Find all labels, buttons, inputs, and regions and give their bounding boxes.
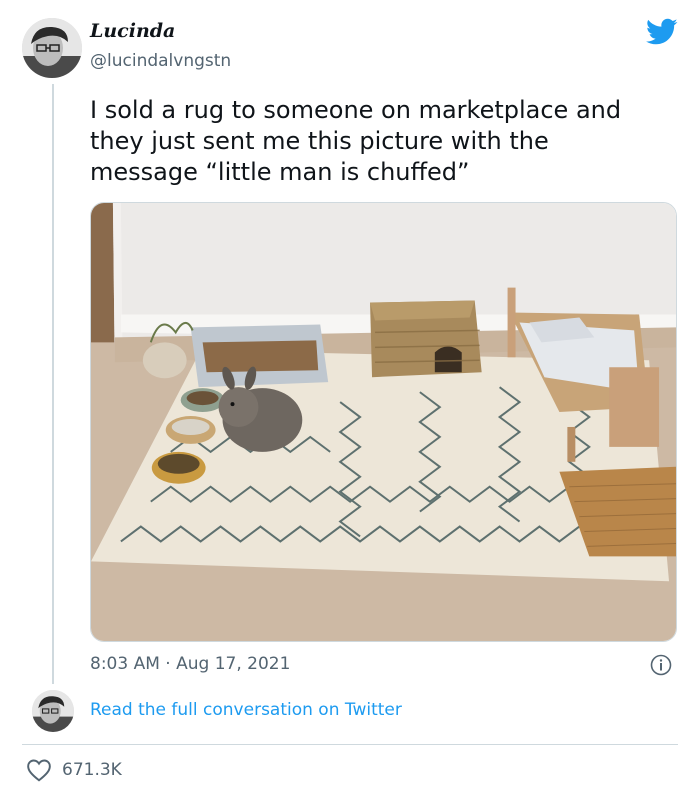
tweet-text-line: I sold a rug to someone on marketplace a… xyxy=(90,96,622,124)
tweet-text: I sold a rug to someone on marketplace a… xyxy=(90,95,680,188)
tweet-photo[interactable] xyxy=(90,202,677,642)
read-conversation-link[interactable]: Read the full conversation on Twitter xyxy=(90,700,402,720)
avatar-photo xyxy=(22,18,82,78)
like-count[interactable]: 671.3K xyxy=(62,760,122,780)
avatar[interactable] xyxy=(22,18,82,78)
divider xyxy=(22,744,678,745)
tweet-text-line: they just sent me this picture with the xyxy=(90,127,549,155)
tweet-date: Aug 17, 2021 xyxy=(176,654,291,674)
avatar-photo xyxy=(32,690,74,732)
author-display-name[interactable]: Lucinda xyxy=(90,20,175,42)
reply-avatar[interactable] xyxy=(32,690,74,732)
tweet-text-line: message “little man is chuffed” xyxy=(90,158,470,186)
thread-connector-line xyxy=(52,84,54,684)
heart-icon[interactable] xyxy=(26,758,52,782)
author-handle[interactable]: @lucindalvngstn xyxy=(90,51,231,71)
timestamp-separator: · xyxy=(165,654,171,674)
info-icon[interactable] xyxy=(650,654,672,676)
twitter-bird-icon[interactable] xyxy=(646,18,678,46)
tweet-time: 8:03 AM xyxy=(90,654,160,674)
tweet-timestamp[interactable]: 8:03 AM · Aug 17, 2021 xyxy=(90,654,290,674)
